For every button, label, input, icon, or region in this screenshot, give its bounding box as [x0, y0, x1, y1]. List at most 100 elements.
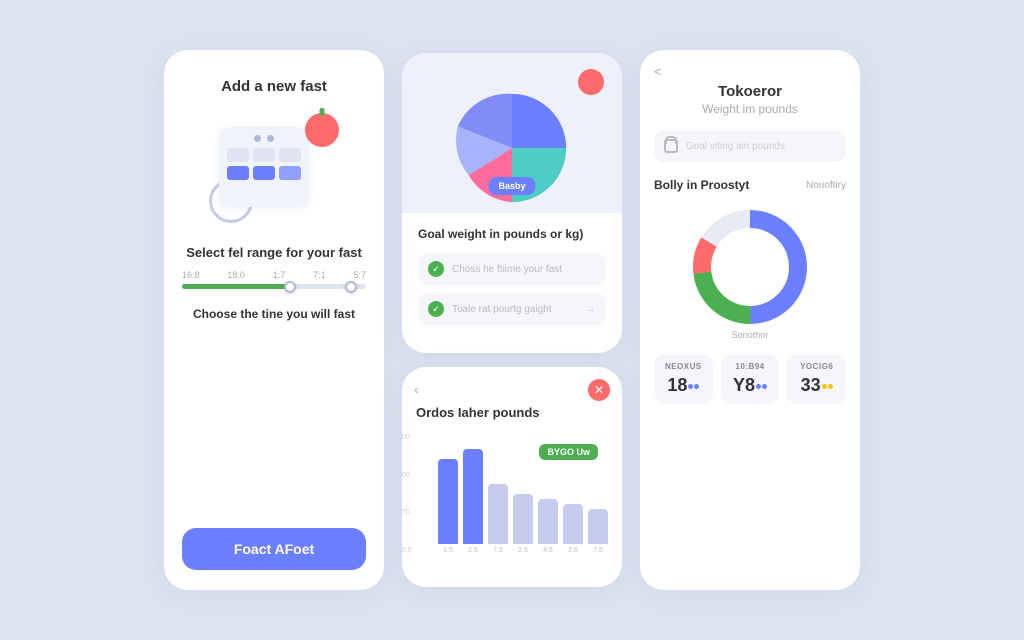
stat-card-2: 10:B94 Y8 [721, 354, 780, 404]
bar-label-7: 7.5 [593, 547, 603, 554]
goal-weight-title: Goal weight in pounds or kg) [418, 227, 606, 241]
tracker-title: Tokoeror [654, 83, 846, 100]
donut-chart [685, 202, 815, 332]
back-button-card4[interactable]: < [654, 64, 846, 79]
y-label-4: 00.0 [402, 547, 412, 554]
stat-card-1: NEOXUS 18 [654, 354, 713, 404]
bar-fill-5 [538, 499, 558, 544]
calendar-icon [219, 127, 309, 207]
stat-dot-1 [688, 384, 693, 389]
stat-dot-3 [822, 384, 827, 389]
cal-cell-1 [227, 148, 249, 162]
card-goal-weight: Basby Goal weight in pounds or kg) ✓ Cho… [402, 53, 622, 353]
cal-cell-5 [253, 166, 275, 180]
stat-value-3: 33 [793, 375, 840, 396]
tomato-icon [305, 113, 339, 147]
bar-4: 2.5 [513, 494, 533, 554]
bar-fill-1 [438, 459, 458, 544]
stat-value-1: 18 [660, 375, 707, 396]
tracker-subtitle: Weight im pounds [654, 102, 846, 116]
stat-dot-3b [828, 384, 833, 389]
bar-fill-3 [488, 484, 508, 544]
check-icon-1: ✓ [428, 261, 444, 277]
start-fast-button[interactable]: Foact AFoet [182, 528, 366, 570]
stat-value-2: Y8 [727, 375, 774, 396]
back-button-card3[interactable]: ‹ [414, 381, 419, 397]
range-label-5: 5:7 [353, 270, 366, 280]
range-labels: 16:8 18:0 1:7 7:1 5:7 [182, 270, 366, 280]
y-label-2: 200 [402, 472, 412, 479]
check-icon-2: ✓ [428, 301, 444, 317]
cards-container: Add a new fast Select fel range [144, 30, 880, 610]
bar-fill-4 [513, 494, 533, 544]
cal-dot-1 [254, 135, 261, 142]
weight-input[interactable]: Goal viting ain pounds [654, 130, 846, 162]
y-label-3: 170 [402, 509, 412, 516]
progress-section-header: Bolly in Proostyt Nouoftiry [654, 178, 846, 192]
chart-tooltip: BYGO Uw [539, 444, 598, 460]
stat-dot-1b [694, 384, 699, 389]
chart-title: Ordos Iaher pounds [416, 405, 608, 420]
range-label-4: 7:1 [313, 270, 326, 280]
calendar-top-bar [227, 135, 301, 142]
card-add-fast: Add a new fast Select fel range [164, 50, 384, 590]
goal-input-1[interactable]: ✓ Choss he ftiime your fast [418, 253, 606, 285]
range-section-title: Select fel range for your fast [186, 245, 362, 260]
arrow-icon: → [585, 303, 596, 315]
bar-7: 7.5 [588, 509, 608, 554]
cal-cell-4 [227, 166, 249, 180]
range-label-3: 1:7 [273, 270, 286, 280]
range-thumb-left[interactable] [284, 281, 296, 293]
bar-label-5: 4.5 [543, 547, 553, 554]
bar-fill-7 [588, 509, 608, 544]
donut-container: Sonothor [654, 202, 846, 332]
close-button-card3[interactable]: ✕ [588, 379, 610, 401]
range-label-2: 18:0 [227, 270, 245, 280]
range-fill [182, 284, 292, 289]
input-text-2: Toale rat pourtg gaight [452, 304, 577, 315]
bar-label-2: 2.5 [468, 547, 478, 554]
bar-6: 2.0 [563, 504, 583, 554]
cal-cell-2 [253, 148, 275, 162]
bar-label-3: 7.5 [493, 547, 503, 554]
progress-title: Bolly in Proostyt [654, 178, 749, 192]
bar-label-4: 2.5 [518, 547, 528, 554]
stat-card-3: YOCIG6 33 [787, 354, 846, 404]
range-thumb-right[interactable] [345, 281, 357, 293]
range-track[interactable] [182, 284, 366, 289]
bar-fill-6 [563, 504, 583, 544]
donut-label: Sonothor [732, 330, 769, 340]
bar-2: 2.5 [463, 449, 483, 554]
stat-dot-2 [756, 384, 761, 389]
progress-sub: Nouoftiry [806, 180, 846, 191]
cal-cell-3 [279, 148, 301, 162]
bar-3: 7.5 [488, 484, 508, 554]
y-label-1: 200 [402, 434, 412, 441]
stat-label-1: NEOXUS [660, 362, 707, 371]
bar-5: 4.5 [538, 499, 558, 554]
calendar-grid [227, 148, 301, 180]
y-axis-labels: 200 200 170 00.0 [402, 434, 412, 554]
pie-center-label: Basby [488, 177, 535, 195]
stats-row: NEOXUS 18 10:B94 Y8 YOCIG6 33 [654, 354, 846, 404]
stat-dot-2b [762, 384, 767, 389]
goal-input-2[interactable]: ✓ Toale rat pourtg gaight → [418, 293, 606, 325]
small-tomato-icon [578, 69, 604, 95]
cal-cell-6 [279, 166, 301, 180]
middle-column: Basby Goal weight in pounds or kg) ✓ Cho… [402, 53, 622, 587]
bar-label-6: 2.0 [568, 547, 578, 554]
lock-icon [664, 139, 678, 153]
bar-fill-2 [463, 449, 483, 544]
input-text-1: Choss he ftiime your fast [452, 264, 596, 275]
card2-content: Goal weight in pounds or kg) ✓ Choss he … [402, 213, 622, 333]
bar-1: 1.5 [438, 459, 458, 554]
card-tracker: < Tokoeror Weight im pounds Goal viting … [640, 50, 860, 590]
fast-time-label: Choose the tine you will fast [193, 307, 355, 321]
pie-section: Basby [402, 53, 622, 213]
stat-label-3: YOCIG6 [793, 362, 840, 371]
bar-chart: BYGO Uw 1.5 2.5 7.5 2.5 [438, 434, 608, 554]
range-label-1: 16:8 [182, 270, 200, 280]
card1-illustration [209, 113, 339, 223]
bar-label-1: 1.5 [443, 547, 453, 554]
weight-input-text: Goal viting ain pounds [686, 141, 785, 152]
